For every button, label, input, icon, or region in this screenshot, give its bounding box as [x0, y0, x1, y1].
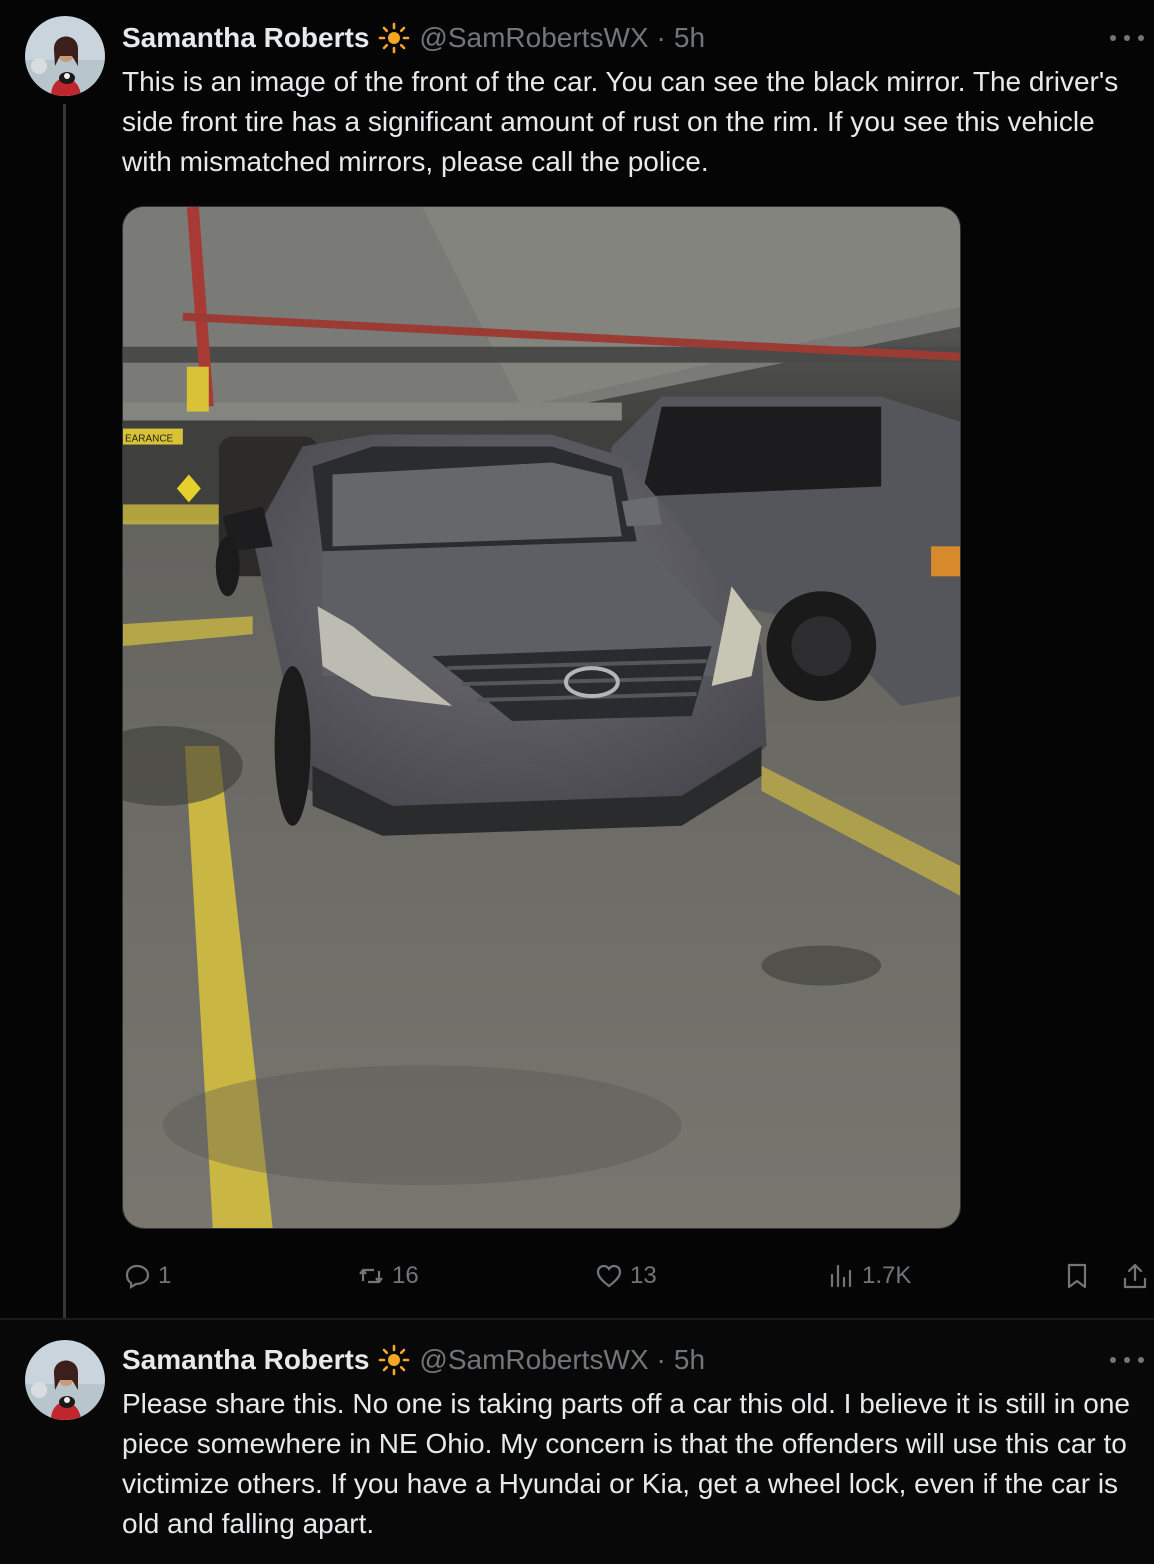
photo-of-gray-hyundai-sedan-in-parking-garage-icon: EARANCE [123, 207, 960, 1228]
author-name[interactable]: Samantha Roberts [122, 1344, 369, 1376]
author-handle[interactable]: @SamRobertsWX [419, 22, 648, 54]
reply-count: 1 [158, 1262, 172, 1289]
post-text: This is an image of the front of the car… [122, 66, 1119, 177]
post-timestamp[interactable]: 5h [674, 22, 705, 54]
separator-dot: · [656, 22, 666, 53]
post-actions: 1 16 13 1.7K [122, 1256, 1154, 1296]
repost-button[interactable]: 16 [356, 1256, 419, 1296]
post-timestamp[interactable]: 5h [674, 1344, 705, 1376]
views-button[interactable]: 1.7K [826, 1256, 911, 1296]
repost-icon [359, 1268, 383, 1284]
post[interactable]: Samantha Roberts @SamRobe [0, 1320, 1154, 1564]
author-name[interactable]: Samantha Roberts [122, 22, 369, 54]
thread: Samantha Roberts @SamRobertsWX · 5h This… [0, 0, 1154, 1564]
like-count: 13 [630, 1262, 657, 1289]
avatar[interactable] [25, 1340, 105, 1420]
bookmark-button[interactable] [1062, 1256, 1092, 1296]
clearance-sign-text: EARANCE [125, 434, 174, 445]
views-icon [830, 1264, 852, 1288]
share-icon [1123, 1263, 1147, 1289]
sun-icon [377, 1343, 411, 1377]
author-handle[interactable]: @SamRobertsWX [419, 1344, 648, 1376]
thread-connector-line [63, 104, 66, 1318]
like-button[interactable]: 13 [594, 1256, 657, 1296]
more-icon[interactable] [1110, 1350, 1144, 1370]
post-header: Samantha Roberts @SamRobertsWX · 5h [122, 1340, 705, 1380]
sun-icon [377, 21, 411, 55]
post-text: Please share this. No one is taking part… [122, 1388, 1130, 1539]
share-button[interactable] [1120, 1256, 1150, 1296]
avatar[interactable] [25, 16, 105, 96]
more-icon[interactable] [1110, 28, 1144, 48]
post-media-image[interactable]: EARANCE [122, 206, 961, 1229]
separator-dot: · [656, 1344, 666, 1375]
post-header: Samantha Roberts @SamRobertsWX · 5h [122, 18, 705, 58]
views-count: 1.7K [862, 1262, 912, 1289]
heart-icon [596, 1264, 622, 1288]
repost-count: 16 [392, 1262, 419, 1289]
bookmark-icon [1067, 1263, 1087, 1289]
reply-icon [125, 1264, 150, 1289]
post[interactable]: Samantha Roberts @SamRobe [0, 0, 1154, 1318]
reply-button[interactable]: 1 [122, 1256, 171, 1296]
